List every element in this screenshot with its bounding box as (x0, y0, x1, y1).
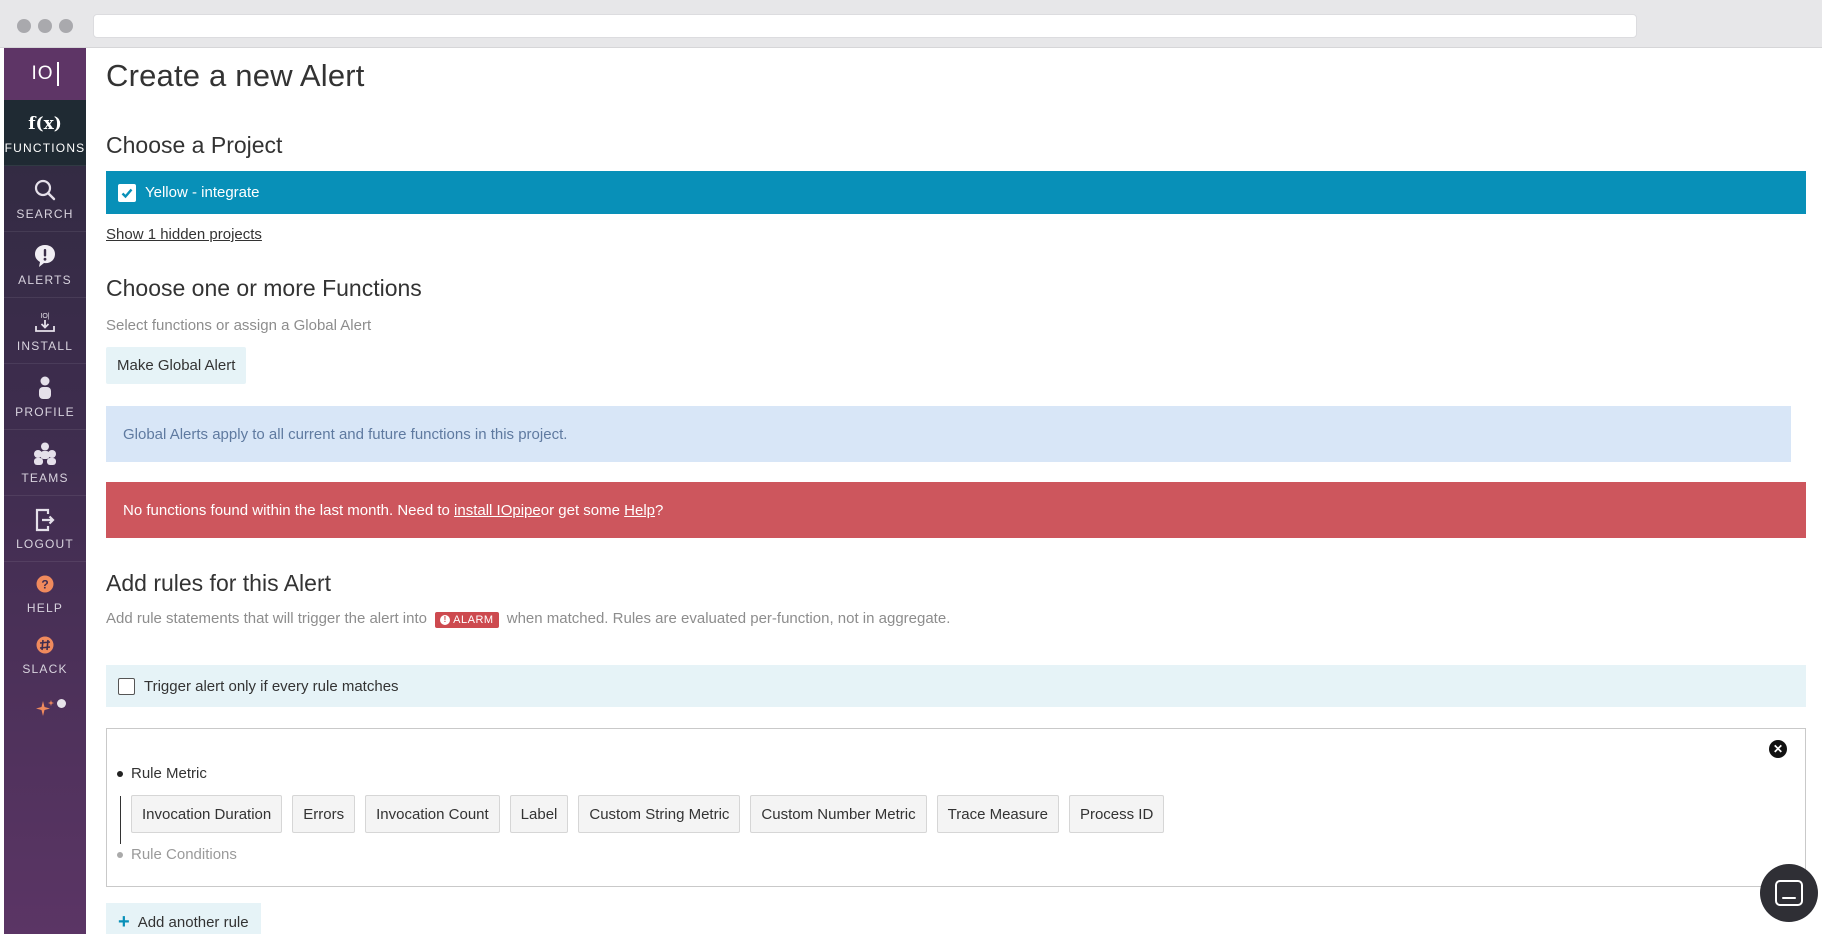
sidebar-item-label: SLACK (22, 661, 68, 676)
trigger-every-rule-option[interactable]: Trigger alert only if every rule matches (106, 665, 1806, 707)
alarm-badge: ! ALARM (435, 611, 499, 628)
alert-icon (34, 243, 56, 269)
rule-conditions-row: Rule Conditions (117, 846, 237, 863)
help-link[interactable]: Help (624, 502, 655, 519)
sidebar-item-logout[interactable]: LOGOUT (4, 496, 86, 562)
metric-errors-button[interactable]: Errors (292, 795, 356, 833)
sidebar-item-label: PROFILE (15, 404, 75, 419)
close-icon[interactable]: ✕ (1769, 740, 1787, 758)
alarm-icon: ! (440, 614, 451, 625)
sidebar-item-teams[interactable]: TEAMS (4, 430, 86, 496)
sidebar-item-search[interactable]: SEARCH (4, 166, 86, 232)
window-close-dot[interactable] (17, 19, 31, 33)
show-hidden-projects-link[interactable]: Show 1 hidden projects (106, 226, 262, 243)
bullet-dot (117, 851, 123, 858)
error-text-prefix: No functions found within the last month… (123, 501, 450, 519)
trigger-checkbox[interactable] (118, 677, 135, 695)
fx-icon: f(x) (28, 113, 62, 134)
address-bar[interactable] (93, 14, 1637, 38)
metric-label-button[interactable]: Label (509, 795, 569, 833)
rule-metric-label: Rule Metric (131, 765, 207, 782)
page-title: Create a new Alert (106, 58, 365, 93)
project-option-selected[interactable]: Yellow - integrate (106, 171, 1806, 214)
functions-heading: Choose one or more Functions (106, 275, 422, 301)
sidebar-item-label: ALERTS (18, 272, 72, 287)
notification-dot (57, 699, 66, 708)
add-another-rule-button[interactable]: + Add another rule (106, 903, 261, 934)
rule-conditions-label: Rule Conditions (131, 846, 237, 863)
project-name: Yellow - integrate (145, 184, 260, 201)
metric-custom-number-button[interactable]: Custom Number Metric (750, 795, 927, 833)
logo-text: IO (31, 63, 54, 84)
rules-subtext: Add rule statements that will trigger th… (106, 610, 950, 628)
chat-icon (1775, 880, 1803, 906)
sidebar-item-label: TEAMS (21, 470, 69, 485)
app-logo[interactable]: IO (4, 48, 86, 100)
sidebar-item-functions[interactable]: f(x) FUNCTIONS (4, 100, 86, 166)
sidebar-item-label: INSTALL (16, 338, 74, 353)
sidebar-item-label: FUNCTIONS (4, 140, 86, 155)
no-functions-error: No functions found within the last month… (106, 482, 1806, 538)
browser-chrome (0, 0, 1822, 48)
help-icon: ? (36, 571, 54, 597)
svg-text:IO|: IO| (40, 313, 49, 320)
window-maximize-dot[interactable] (59, 19, 73, 33)
sidebar-item-label: SEARCH (16, 206, 74, 221)
bullet-dot (117, 770, 123, 777)
chat-launcher-button[interactable] (1760, 864, 1818, 922)
error-text-suffix: ? (655, 501, 664, 519)
search-icon (34, 177, 56, 203)
metric-invocation-count-button[interactable]: Invocation Count (365, 795, 500, 833)
sparkle-icon[interactable] (4, 684, 86, 734)
metric-trace-measure-button[interactable]: Trace Measure (936, 795, 1059, 833)
metric-process-id-button[interactable]: Process ID (1068, 795, 1165, 833)
rule-card: ✕ Rule Metric Invocation Duration Errors… (106, 728, 1806, 887)
plus-icon: + (118, 910, 130, 933)
sidebar-item-label: LOGOUT (16, 536, 74, 551)
install-icon: IO| (34, 309, 56, 335)
rule-metric-row: Rule Metric (117, 765, 207, 782)
info-text: Global Alerts apply to all current and f… (123, 425, 568, 443)
svg-text:?: ? (41, 577, 48, 591)
error-text-middle: or get some (540, 501, 620, 519)
global-alert-info: Global Alerts apply to all current and f… (106, 406, 1791, 462)
window-minimize-dot[interactable] (38, 19, 52, 33)
sidebar-item-alerts[interactable]: ALERTS (4, 232, 86, 298)
profile-icon (37, 375, 53, 401)
rule-connector-line (120, 796, 121, 844)
slack-icon (36, 632, 54, 658)
add-rule-label: Add another rule (137, 913, 249, 931)
checkbox-checked-icon[interactable] (118, 183, 136, 202)
sidebar-item-install[interactable]: IO| INSTALL (4, 298, 86, 364)
sidebar-item-slack[interactable]: SLACK (4, 623, 86, 684)
install-iopipe-link[interactable]: install IOpipe (454, 502, 541, 519)
metric-invocation-duration-button[interactable]: Invocation Duration (131, 795, 283, 833)
teams-icon (33, 441, 57, 467)
make-global-alert-button[interactable]: Make Global Alert (106, 347, 247, 384)
sidebar: IO f(x) FUNCTIONS SEARCH ALERTS IO| INST… (4, 48, 86, 934)
rules-heading: Add rules for this Alert (106, 570, 331, 596)
project-heading: Choose a Project (106, 132, 283, 158)
metric-custom-string-button[interactable]: Custom String Metric (578, 795, 741, 833)
trigger-label: Trigger alert only if every rule matches (144, 677, 399, 695)
logout-icon (35, 507, 55, 533)
sidebar-item-profile[interactable]: PROFILE (4, 364, 86, 430)
logo-caret (56, 62, 59, 86)
rules-subtext-after: when matched. Rules are evaluated per-fu… (506, 610, 951, 627)
metric-options: Invocation Duration Errors Invocation Co… (131, 795, 1174, 833)
alarm-badge-label: ALARM (453, 613, 494, 626)
rules-subtext-before: Add rule statements that will trigger th… (106, 610, 427, 627)
sidebar-item-label: HELP (26, 600, 64, 615)
sidebar-item-help[interactable]: ? HELP (4, 562, 86, 623)
functions-subtext: Select functions or assign a Global Aler… (106, 317, 372, 334)
